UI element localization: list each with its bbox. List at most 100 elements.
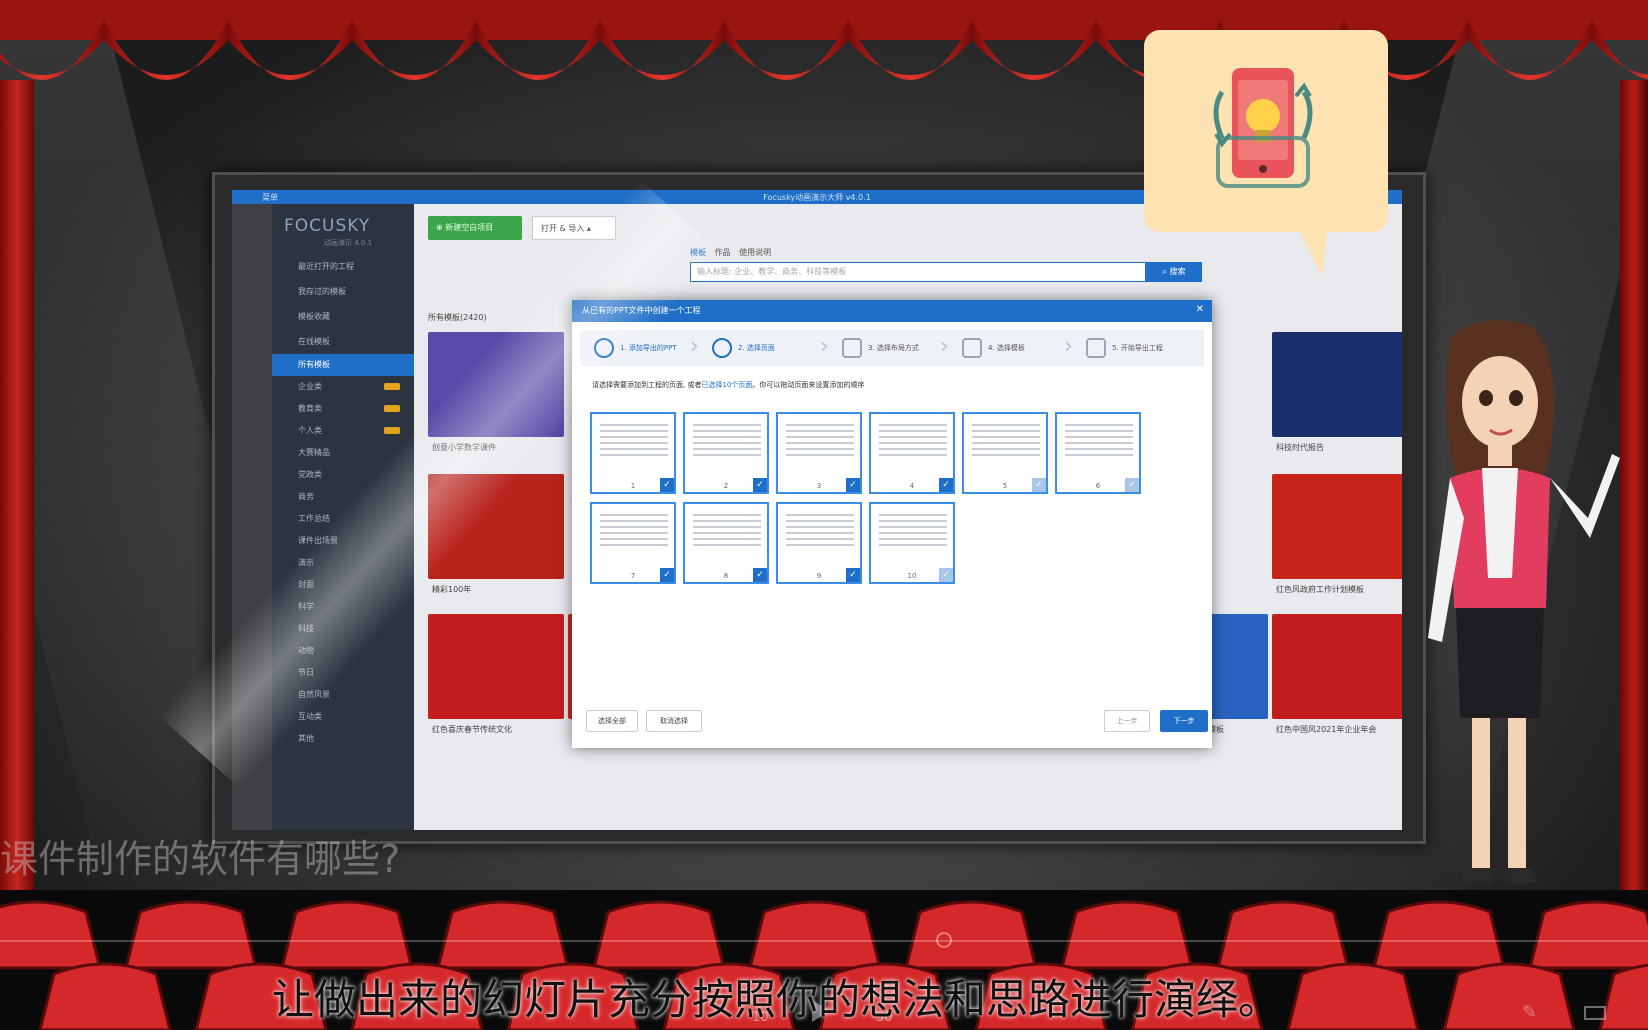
page-thumbnail[interactable]: 2 ✓ xyxy=(683,412,769,494)
app-menu[interactable]: 菜单 xyxy=(262,192,278,203)
wizard-steps: 1. 添加导出的PPT › 2. 选择页面 › 3. 选择布局方式 › 4. 选择模板 › 5.… xyxy=(580,330,1204,366)
select-all-button[interactable]: 选择全部 xyxy=(586,710,638,732)
sidebar-item[interactable]: 其他 xyxy=(272,728,414,750)
sidebar-item[interactable]: 在线模板 xyxy=(272,331,414,353)
step-label: 5. 开始导出工程 xyxy=(1112,344,1163,352)
sidebar-item-label: 企业类 xyxy=(298,382,322,391)
template-caption: 红色风政府工作计划模板 xyxy=(1276,585,1364,594)
tab-help[interactable]: 使用说明 xyxy=(739,248,771,257)
sidebar-item[interactable]: 所有模板 xyxy=(272,354,414,376)
sidebar-item-label: 党政类 xyxy=(298,470,322,479)
checkbox-icon[interactable]: ✓ xyxy=(939,568,953,582)
page-thumbnail[interactable]: 9 ✓ xyxy=(776,502,862,584)
prev-button[interactable]: 上一步 xyxy=(1104,710,1150,732)
sidebar-item-label: 在线模板 xyxy=(298,337,330,346)
stage-curtain-top xyxy=(0,0,1648,80)
sidebar-item[interactable]: 个人类 xyxy=(272,420,414,442)
checkbox-icon[interactable]: ✓ xyxy=(1032,478,1046,492)
template-caption: 精彩100年 xyxy=(432,585,472,594)
sidebar-item-label: 工作总结 xyxy=(298,514,330,523)
thumbnail-preview xyxy=(1065,424,1133,460)
template-card[interactable] xyxy=(428,614,564,719)
template-caption: 红色喜庆春节传统文化 xyxy=(432,725,512,734)
search-icon: ⌕ xyxy=(1162,267,1170,276)
thumbnail-preview xyxy=(972,424,1040,460)
step-icon xyxy=(962,338,982,358)
checkbox-icon[interactable]: ✓ xyxy=(846,478,860,492)
step-icon xyxy=(842,338,862,358)
wizard-step: 4. 选择模板 xyxy=(962,330,1025,366)
page-thumbnail[interactable]: 10 ✓ xyxy=(869,502,955,584)
page-thumbnail[interactable]: 3 ✓ xyxy=(776,412,862,494)
thumbnail-preview xyxy=(693,424,761,460)
thumbnail-preview xyxy=(693,514,761,550)
template-card[interactable] xyxy=(1272,332,1402,437)
sidebar-item-label: 模板收藏 xyxy=(298,312,330,321)
page-thumbnail[interactable]: 4 ✓ xyxy=(869,412,955,494)
stage-curtain-left xyxy=(0,80,34,900)
vip-badge xyxy=(384,383,400,390)
checkbox-icon[interactable]: ✓ xyxy=(846,568,860,582)
checkbox-icon[interactable]: ✓ xyxy=(753,568,767,582)
sidebar-item-label: 个人类 xyxy=(298,426,322,435)
page-thumbnail[interactable]: 5 ✓ xyxy=(962,412,1048,494)
speech-bubble xyxy=(1144,30,1388,232)
template-card[interactable] xyxy=(1272,474,1402,579)
chevron-right-icon: › xyxy=(1064,334,1073,359)
step-icon xyxy=(712,338,732,358)
checkbox-icon[interactable]: ✓ xyxy=(660,568,674,582)
filter-label: 所有模板(2420) xyxy=(428,313,487,322)
search-button[interactable]: ⌕ 搜索 xyxy=(1146,262,1202,282)
hint-text-post: 。你可以拖动页面来设置添加的顺序 xyxy=(752,381,865,389)
new-project-button[interactable]: ⊕ 新建空白项目 xyxy=(428,216,522,240)
search-input[interactable]: 输入标题: 企业、教学、商务、科技等模板 xyxy=(690,262,1146,282)
hint-text: 请选择需要添加到工程的页面, 或者 xyxy=(592,381,702,389)
next-button[interactable]: 下一步 xyxy=(1160,710,1208,732)
page-thumbnail[interactable]: 1 ✓ xyxy=(590,412,676,494)
step-icon xyxy=(1086,338,1106,358)
sidebar-item-label: 商务 xyxy=(298,492,314,501)
stage-curtain-right xyxy=(1620,80,1648,900)
checkbox-icon[interactable]: ✓ xyxy=(939,478,953,492)
presenter-avatar xyxy=(1428,320,1620,883)
sidebar-item[interactable]: 企业类 xyxy=(272,376,414,398)
sidebar-item[interactable]: 我存过的模板 xyxy=(272,281,414,303)
thumbnail-preview xyxy=(786,514,854,550)
sidebar-item-label: 所有模板 xyxy=(298,360,330,369)
template-caption: 红色中国风2021年企业年会 xyxy=(1276,725,1377,734)
app-logo: FOCUSKY xyxy=(284,216,371,236)
page-thumbnail[interactable]: 8 ✓ xyxy=(683,502,769,584)
checkbox-icon[interactable]: ✓ xyxy=(1125,478,1139,492)
search-button-label: 搜索 xyxy=(1169,267,1186,276)
template-card[interactable] xyxy=(1272,614,1402,719)
checkbox-icon[interactable]: ✓ xyxy=(753,478,767,492)
thumbnail-preview xyxy=(879,424,947,460)
template-caption: 科技时代报告 xyxy=(1276,443,1324,452)
page-thumbnail[interactable]: 6 ✓ xyxy=(1055,412,1141,494)
progress-track[interactable] xyxy=(0,940,1648,942)
cancel-select-button[interactable]: 取消选择 xyxy=(646,710,702,732)
sidebar-item-label: 其他 xyxy=(298,734,314,743)
vip-badge xyxy=(384,427,400,434)
pen-icon[interactable]: ✎ xyxy=(1522,1002,1537,1023)
page-thumbnail[interactable]: 7 ✓ xyxy=(590,502,676,584)
progress-handle[interactable] xyxy=(936,932,952,948)
sidebar-item-label: 教育类 xyxy=(298,404,322,413)
close-icon[interactable]: ✕ xyxy=(1196,304,1204,315)
step-label: 2. 选择页面 xyxy=(738,344,775,352)
sidebar-item-label: 我存过的模板 xyxy=(298,287,346,296)
phone-idea-icon xyxy=(1213,68,1313,188)
wizard-step: 2. 选择页面 xyxy=(712,330,775,366)
checkbox-icon[interactable]: ✓ xyxy=(660,478,674,492)
sidebar-item[interactable]: 模板收藏 xyxy=(272,306,414,328)
subtitle-text: 让做出来的幻灯片充分按照你的想法和思路进行演绎。 xyxy=(272,975,1281,1024)
hint-link[interactable]: 已选择10个页面 xyxy=(701,381,752,389)
chevron-right-icon: › xyxy=(690,334,699,359)
thumbnail-preview xyxy=(600,424,668,460)
fullscreen-icon[interactable] xyxy=(1584,1006,1606,1020)
wizard-step: 3. 选择布局方式 xyxy=(842,330,919,366)
sidebar-item[interactable]: 最近打开的工程 xyxy=(272,256,414,278)
vip-badge xyxy=(384,405,400,412)
sidebar-item[interactable]: 教育类 xyxy=(272,398,414,420)
thumbnail-preview xyxy=(879,514,947,550)
